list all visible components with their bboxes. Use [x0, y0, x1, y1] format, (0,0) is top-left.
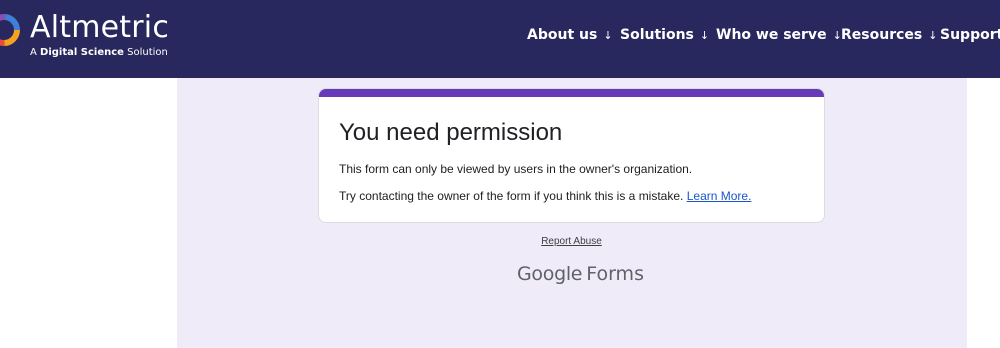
forms-wordmark: Forms — [586, 263, 644, 285]
contact-owner-message: Try contacting the owner of the form if … — [339, 189, 751, 203]
nav-solutions[interactable]: Solutions ↓ — [620, 27, 709, 43]
report-abuse-row: Report Abuse — [0, 236, 1000, 247]
site-header: Altmetric A Digital Science Solution Abo… — [0, 0, 1000, 78]
tagline-suffix: Solution — [123, 47, 168, 58]
nav-support[interactable]: Support↓ — [940, 27, 1000, 43]
arrow-down-icon: ↓ — [928, 29, 938, 42]
permission-message: This form can only be viewed by users in… — [339, 162, 693, 176]
nav-who-we-serve[interactable]: Who we serve ↓ — [716, 27, 842, 43]
report-abuse-link[interactable]: Report Abuse — [541, 236, 602, 247]
brand-tagline: A Digital Science Solution — [30, 47, 168, 59]
learn-more-link[interactable]: Learn More. — [687, 189, 752, 203]
contact-owner-text: Try contacting the owner of the form if … — [339, 189, 684, 203]
nav-label: Who we serve — [716, 27, 827, 43]
nav-label: Support — [940, 27, 1000, 43]
permission-card: You need permission This form can only b… — [318, 88, 825, 223]
google-forms-logo[interactable]: Google Forms — [517, 263, 644, 285]
nav-label: Solutions — [620, 27, 694, 43]
nav-resources[interactable]: Resources ↓ — [841, 27, 937, 43]
page-title: You need permission — [339, 119, 563, 146]
tagline-prefix: A — [30, 47, 41, 58]
main-nav: About us ↓ Solutions ↓ Who we serve ↓ Resou… — [0, 27, 1000, 47]
google-wordmark: Google — [517, 263, 583, 285]
arrow-down-icon: ↓ — [699, 29, 710, 42]
arrow-down-icon: ↓ — [603, 29, 613, 42]
nav-label: About us — [527, 27, 598, 43]
nav-about-us[interactable]: About us ↓ — [527, 27, 613, 43]
nav-label: Resources — [841, 27, 923, 43]
card-accent-bar — [319, 89, 824, 97]
tagline-bold: Digital Science — [40, 47, 124, 58]
